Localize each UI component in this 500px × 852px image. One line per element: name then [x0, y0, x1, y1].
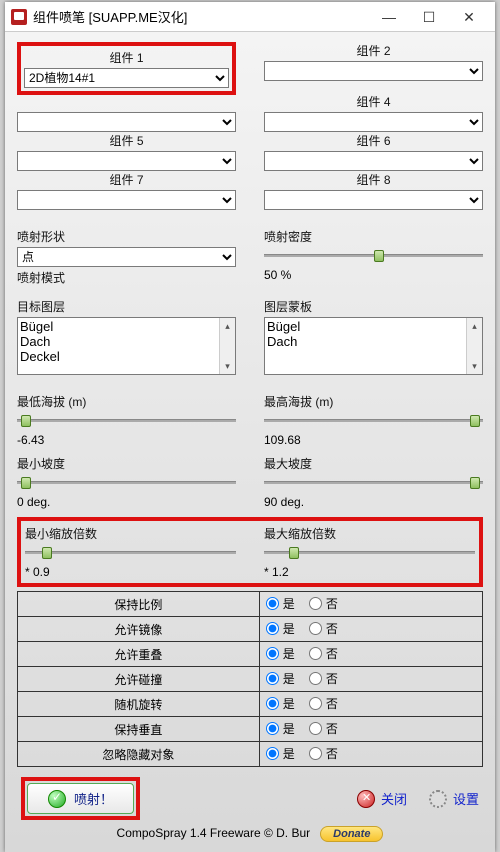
option-no-radio[interactable]: 否	[309, 620, 338, 637]
option-row: 保持比例是否	[18, 592, 483, 617]
component-4-label: 组件 4	[264, 93, 483, 110]
spray-button[interactable]: 喷射！	[27, 783, 134, 814]
spray-shape-select[interactable]: 点	[17, 247, 236, 267]
scale-min-value: * 0.9	[25, 565, 236, 579]
component-6-label: 组件 6	[264, 132, 483, 149]
component-5-select[interactable]	[17, 151, 236, 171]
gear-icon[interactable]	[429, 790, 447, 808]
option-no-radio[interactable]: 否	[309, 670, 338, 687]
option-row: 允许镜像是否	[18, 617, 483, 642]
maximize-button[interactable]: ☐	[409, 3, 449, 31]
scale-min-slider[interactable]	[25, 545, 236, 561]
slope-min-label: 最小坡度	[17, 455, 236, 472]
credit-text: CompoSpray 1.4 Freeware © D. Bur	[117, 826, 311, 840]
scale-max-value: * 1.2	[264, 565, 475, 579]
list-item[interactable]: Dach	[20, 334, 233, 349]
scale-max-label: 最大缩放倍数	[264, 525, 475, 542]
alt-max-slider[interactable]	[264, 413, 483, 429]
option-label: 随机旋转	[18, 692, 260, 717]
slope-min-slider[interactable]	[17, 475, 236, 491]
option-label: 允许重叠	[18, 642, 260, 667]
slope-max-label: 最大坡度	[264, 455, 483, 472]
option-label: 保持垂直	[18, 717, 260, 742]
option-no-radio[interactable]: 否	[309, 695, 338, 712]
spray-shape-label: 喷射形状	[17, 228, 236, 245]
target-layer-label: 目标图层	[17, 298, 236, 315]
option-no-radio[interactable]: 否	[309, 720, 338, 737]
spray-density-value: 50 %	[264, 268, 483, 282]
slope-max-slider[interactable]	[264, 475, 483, 491]
component-4-select[interactable]	[264, 112, 483, 132]
scale-min-label: 最小缩放倍数	[25, 525, 236, 542]
component-8-label: 组件 8	[264, 171, 483, 188]
option-row: 允许碰撞是否	[18, 667, 483, 692]
app-window: 组件喷笔 [SUAPP.ME汉化] — ☐ ✕ 组件 1 2D植物14#1 组件…	[5, 2, 495, 852]
option-row: 允许重叠是否	[18, 642, 483, 667]
component-2-label: 组件 2	[264, 42, 483, 59]
component-1-label: 组件 1	[24, 49, 229, 66]
alt-max-value: 109.68	[264, 433, 483, 447]
window-title: 组件喷笔 [SUAPP.ME汉化]	[33, 7, 187, 26]
slope-min-value: 0 deg.	[17, 495, 236, 509]
alt-min-slider[interactable]	[17, 413, 236, 429]
alt-min-value: -6.43	[17, 433, 236, 447]
option-row: 忽略隐藏对象是否	[18, 742, 483, 767]
credit-line: CompoSpray 1.4 Freeware © D. Bur Donate	[17, 822, 483, 846]
component-6-select[interactable]	[264, 151, 483, 171]
option-yes-radio[interactable]: 是	[266, 670, 295, 687]
titlebar: 组件喷笔 [SUAPP.ME汉化] — ☐ ✕	[5, 2, 495, 32]
option-yes-radio[interactable]: 是	[266, 720, 295, 737]
option-label: 允许镜像	[18, 617, 260, 642]
donate-button[interactable]: Donate	[320, 826, 383, 842]
option-label: 允许碰撞	[18, 667, 260, 692]
component-7-select[interactable]	[17, 190, 236, 210]
component-8-select[interactable]	[264, 190, 483, 210]
option-yes-radio[interactable]: 是	[266, 695, 295, 712]
close-window-button[interactable]: ✕	[449, 3, 489, 31]
component-3-select[interactable]	[17, 112, 236, 132]
component-2-select[interactable]	[264, 61, 483, 81]
option-row: 保持垂直是否	[18, 717, 483, 742]
scale-highlight-box: 最小缩放倍数 * 0.9 最大缩放倍数 * 1.2	[17, 517, 483, 587]
list-item[interactable]: Deckel	[20, 349, 233, 364]
minimize-button[interactable]: —	[369, 3, 409, 31]
option-label: 保持比例	[18, 592, 260, 617]
option-row: 随机旋转是否	[18, 692, 483, 717]
app-icon	[11, 9, 27, 25]
scrollbar[interactable]: ▴▾	[466, 318, 482, 374]
slope-max-value: 90 deg.	[264, 495, 483, 509]
list-item[interactable]: Bügel	[267, 319, 480, 334]
scrollbar[interactable]: ▴▾	[219, 318, 235, 374]
component-7-label: 组件 7	[17, 171, 236, 188]
close-icon[interactable]	[357, 790, 375, 808]
target-layer-list[interactable]: Bügel Dach Deckel ▴▾	[17, 317, 236, 375]
option-no-radio[interactable]: 否	[309, 645, 338, 662]
component-1-highlight-box: 组件 1 2D植物14#1	[17, 42, 236, 95]
component-1-select[interactable]: 2D植物14#1	[24, 68, 229, 88]
spray-density-label: 喷射密度	[264, 228, 483, 245]
spray-highlight-box: 喷射！	[21, 777, 140, 820]
option-yes-radio[interactable]: 是	[266, 595, 295, 612]
settings-button[interactable]: 设置	[453, 789, 479, 808]
option-no-radio[interactable]: 否	[309, 745, 338, 762]
list-item[interactable]: Bügel	[20, 319, 233, 334]
spray-button-label: 喷射！	[74, 789, 113, 808]
spray-density-slider[interactable]	[264, 248, 483, 264]
spray-mode-label: 喷射模式	[17, 269, 236, 286]
option-yes-radio[interactable]: 是	[266, 745, 295, 762]
option-no-radio[interactable]: 否	[309, 595, 338, 612]
alt-max-label: 最高海拔 (m)	[264, 393, 483, 410]
check-icon	[48, 790, 66, 808]
list-item[interactable]: Dach	[267, 334, 480, 349]
option-label: 忽略隐藏对象	[18, 742, 260, 767]
close-button[interactable]: 关闭	[381, 789, 407, 808]
layer-mask-label: 图层蒙板	[264, 298, 483, 315]
option-yes-radio[interactable]: 是	[266, 645, 295, 662]
alt-min-label: 最低海拔 (m)	[17, 393, 236, 410]
options-table: 保持比例是否允许镜像是否允许重叠是否允许碰撞是否随机旋转是否保持垂直是否忽略隐藏…	[17, 591, 483, 767]
option-yes-radio[interactable]: 是	[266, 620, 295, 637]
layer-mask-list[interactable]: Bügel Dach ▴▾	[264, 317, 483, 375]
component-5-label: 组件 5	[17, 132, 236, 149]
scale-max-slider[interactable]	[264, 545, 475, 561]
